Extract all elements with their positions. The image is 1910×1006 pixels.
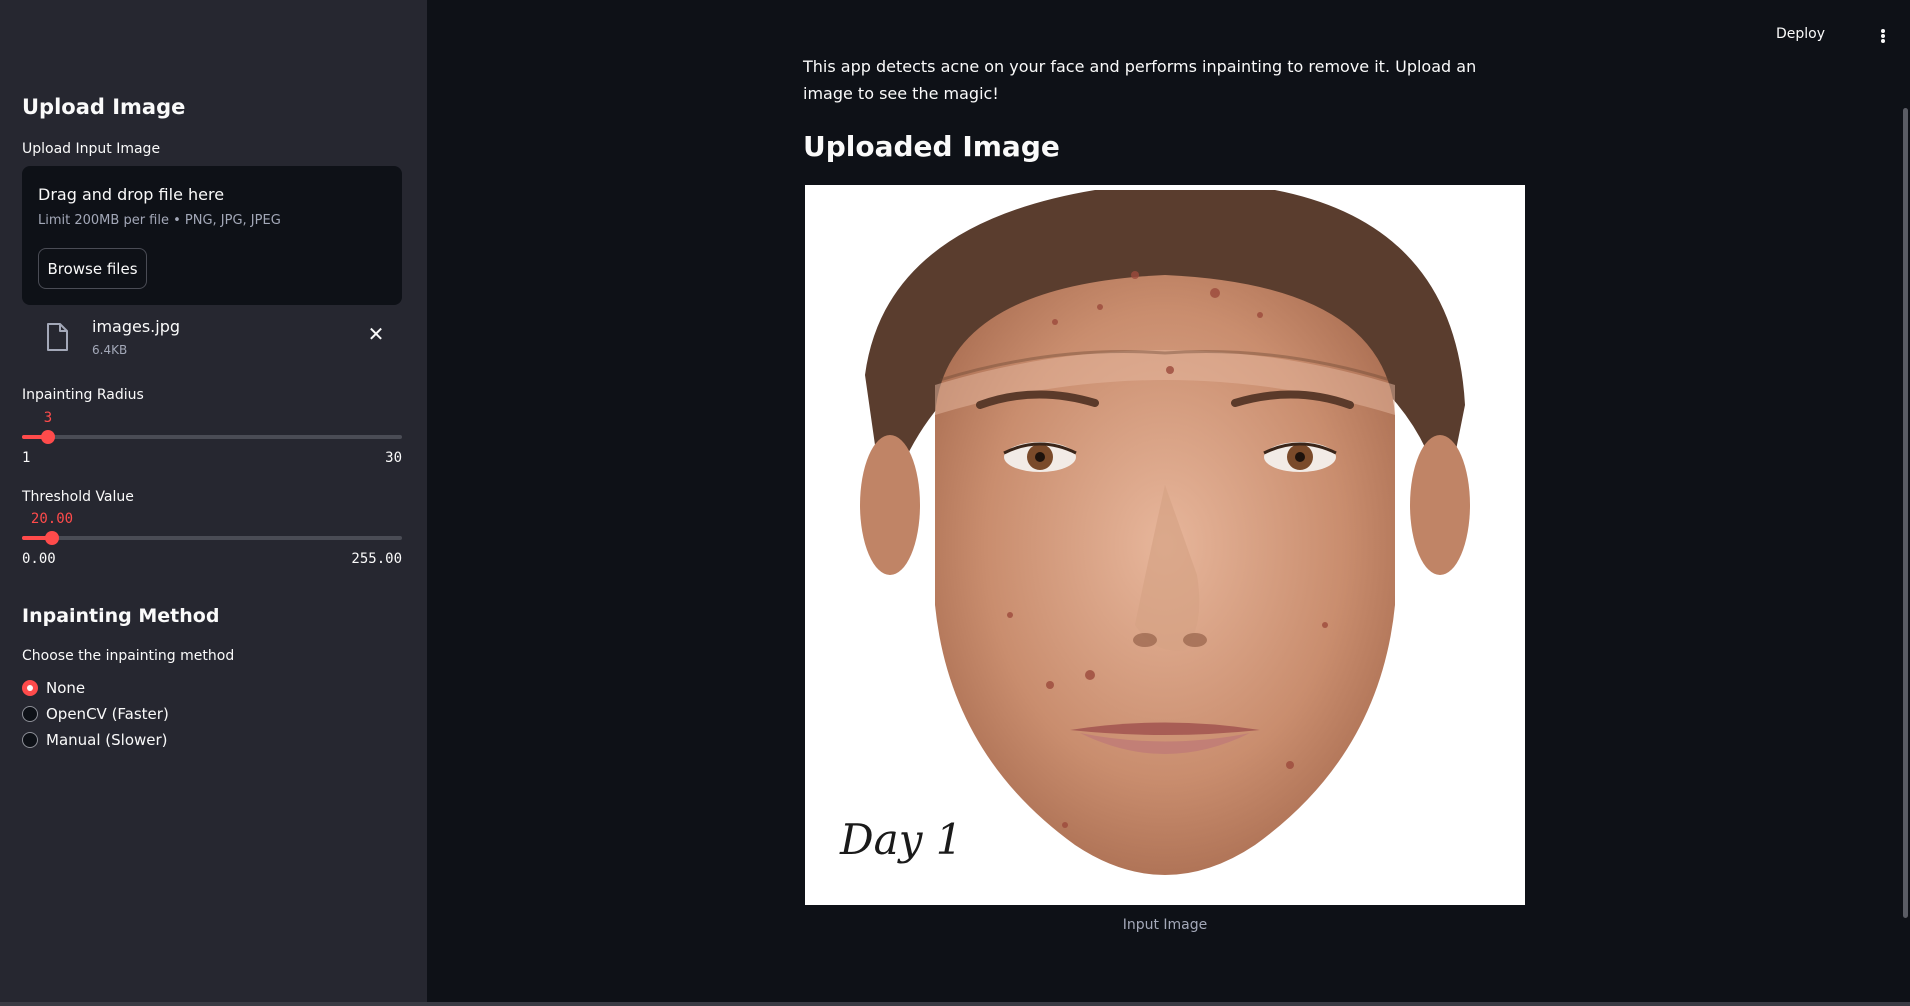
file-icon	[47, 323, 68, 351]
image-overlay-text: Day 1	[840, 815, 963, 864]
radio-option-none[interactable]: None	[22, 678, 85, 698]
radio-label: Manual (Slower)	[46, 731, 168, 749]
slider-track	[22, 435, 402, 439]
threshold-slider-label: Threshold Value	[22, 489, 134, 505]
radius-slider-label: Inpainting Radius	[22, 387, 144, 403]
radio-label: None	[46, 679, 86, 697]
slider-max: 255.00	[351, 551, 402, 567]
slider-value: 20.00	[30, 511, 74, 527]
file-dropzone[interactable]: Drag and drop file here Limit 200MB per …	[22, 166, 402, 305]
deploy-button[interactable]: Deploy	[1776, 26, 1825, 42]
radio-button[interactable]	[22, 732, 38, 748]
uploaded-face-image: Day 1	[805, 185, 1525, 905]
upload-input-label: Upload Input Image	[22, 141, 161, 157]
threshold-value-slider[interactable]: 20.00 0.00 255.00	[22, 511, 402, 577]
file-name: images.jpg	[92, 317, 181, 336]
app-description: This app detects acne on your face and p…	[803, 57, 1477, 103]
slider-value: 3	[43, 410, 53, 426]
upload-heading: Upload Image	[22, 95, 186, 119]
main-scrollbar[interactable]	[1903, 108, 1908, 918]
browse-files-button[interactable]: Browse files	[38, 248, 147, 289]
uploaded-image-heading: Uploaded Image	[803, 130, 1060, 163]
window-bottom-edge	[0, 1002, 1910, 1006]
radio-option-manual[interactable]: Manual (Slower)	[22, 730, 168, 750]
method-radio-label: Choose the inpainting method	[22, 648, 235, 664]
slider-max: 30	[385, 450, 402, 466]
uploaded-file-row: images.jpg 6.4KB ✕	[22, 315, 402, 365]
radio-button[interactable]	[22, 680, 38, 696]
inpainting-radius-slider[interactable]: 3 1 30	[22, 410, 402, 476]
kebab-menu-icon[interactable]	[1878, 26, 1888, 46]
radio-button[interactable]	[22, 706, 38, 722]
slider-min: 0.00	[22, 551, 56, 567]
file-size: 6.4KB	[92, 343, 128, 357]
image-caption: Input Image	[1122, 917, 1208, 933]
dropzone-title: Drag and drop file here	[38, 185, 225, 204]
radio-option-opencv[interactable]: OpenCV (Faster)	[22, 704, 169, 724]
slider-track	[22, 536, 402, 540]
slider-min: 1	[22, 450, 31, 466]
dropzone-limit-text: Limit 200MB per file • PNG, JPG, JPEG	[38, 213, 281, 228]
radio-label: OpenCV (Faster)	[46, 705, 169, 723]
inpainting-method-heading: Inpainting Method	[22, 605, 220, 627]
remove-file-close-icon[interactable]: ✕	[365, 323, 387, 345]
face-photo-illustration	[805, 185, 1525, 905]
slider-thumb[interactable]	[45, 531, 59, 545]
slider-thumb[interactable]	[41, 430, 55, 444]
sidebar: Upload Image Upload Input Image Drag and…	[0, 0, 427, 1002]
